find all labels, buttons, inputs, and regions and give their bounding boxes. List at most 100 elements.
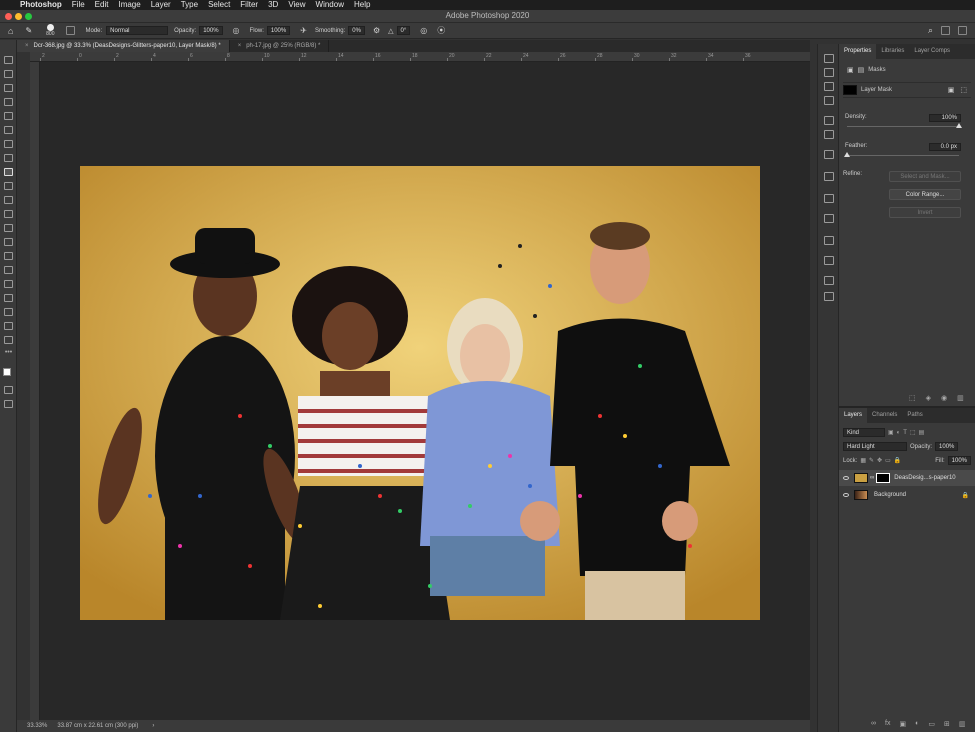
histogram-icon[interactable] xyxy=(824,214,834,223)
menu-view[interactable]: View xyxy=(288,0,305,10)
menu-app[interactable]: Photoshop xyxy=(20,0,62,10)
close-tab-icon[interactable]: × xyxy=(238,43,242,49)
blur-tool-icon[interactable] xyxy=(4,238,13,246)
history-icon[interactable] xyxy=(824,236,834,245)
menu-3d[interactable]: 3D xyxy=(268,0,278,10)
layer-row[interactable]: ∞ DeasDesig...s-paper10 xyxy=(839,470,975,486)
lock-icons[interactable]: ▦✎✥▭🔒 xyxy=(860,457,904,464)
density-field[interactable]: 100% xyxy=(929,114,961,122)
path-select-tool-icon[interactable] xyxy=(4,294,13,302)
screen-mode-icon[interactable] xyxy=(4,400,13,408)
crop-tool-icon[interactable] xyxy=(4,112,13,120)
lasso-tool-icon[interactable] xyxy=(4,84,13,92)
menu-file[interactable]: File xyxy=(72,0,85,10)
fill-field[interactable]: 100% xyxy=(947,456,971,465)
tab-dcr-368[interactable]: × Dcr-368.jpg @ 33.3% (DeasDesigns-Glitte… xyxy=(17,40,230,52)
color-range-button[interactable]: Color Range... xyxy=(889,189,961,200)
invert-button[interactable]: Invert xyxy=(889,207,961,218)
type-tool-icon[interactable] xyxy=(4,280,13,288)
menu-help[interactable]: Help xyxy=(354,0,370,10)
brush-tool-icon[interactable]: ✎ xyxy=(25,26,32,35)
angle-field[interactable]: 0° xyxy=(396,26,411,35)
gradient-tool-icon[interactable] xyxy=(4,224,13,232)
new-group-icon[interactable]: ▭ xyxy=(928,720,935,728)
brush-settings-icon[interactable] xyxy=(66,26,76,35)
properties-icon[interactable] xyxy=(824,276,834,285)
menu-edit[interactable]: Edit xyxy=(95,0,109,10)
smoothing-field[interactable]: 0% xyxy=(348,26,365,35)
filter-kind-select[interactable]: Kind xyxy=(843,428,885,437)
flow-field[interactable]: 100% xyxy=(266,26,291,35)
link-icon[interactable]: ∞ xyxy=(870,475,874,481)
tab-properties[interactable]: Properties xyxy=(839,44,877,59)
feather-slider-track[interactable] xyxy=(847,155,959,156)
clone-stamp-tool-icon[interactable] xyxy=(4,182,13,190)
close-tab-icon[interactable]: × xyxy=(25,43,29,49)
density-slider-track[interactable] xyxy=(847,126,959,127)
zoom-level[interactable]: 33.33% xyxy=(27,723,47,729)
search-icon[interactable]: ⌕ xyxy=(928,25,933,36)
adjustments-icon[interactable] xyxy=(824,116,834,125)
color-icon[interactable] xyxy=(824,68,834,77)
menu-filter[interactable]: Filter xyxy=(240,0,258,10)
dodge-tool-icon[interactable] xyxy=(4,252,13,260)
hand-tool-icon[interactable] xyxy=(4,322,13,330)
tab-channels[interactable]: Channels xyxy=(867,408,902,423)
pen-tool-icon[interactable] xyxy=(4,266,13,274)
filter-icons[interactable]: ▣◐T⬚▤ xyxy=(888,429,927,436)
rectangle-tool-icon[interactable] xyxy=(4,308,13,316)
info-icon[interactable] xyxy=(824,54,834,63)
tab-layer-comps[interactable]: Layer Comps xyxy=(909,44,955,59)
eyedropper-tool-icon[interactable] xyxy=(4,140,13,148)
styles-icon[interactable] xyxy=(824,130,834,139)
brush-tool-icon[interactable] xyxy=(4,168,13,176)
opacity-field[interactable]: 100% xyxy=(199,26,223,35)
mode-select[interactable]: Normal xyxy=(106,26,169,35)
brush-preset-picker[interactable]: 800 xyxy=(46,24,54,37)
pressure-size-icon[interactable]: ◎ xyxy=(420,26,427,35)
marquee-tool-icon[interactable] xyxy=(4,70,13,78)
adjustment-layer-icon[interactable]: ◐ xyxy=(915,720,919,728)
healing-brush-tool-icon[interactable] xyxy=(4,154,13,162)
actions-icon[interactable] xyxy=(824,256,834,265)
add-mask-icon[interactable]: ▣ xyxy=(948,86,955,94)
vector-mask-icon[interactable]: ▤ xyxy=(858,66,865,74)
foreground-color-swatch[interactable] xyxy=(3,368,11,376)
menu-type[interactable]: Type xyxy=(181,0,198,10)
chevron-right-icon[interactable]: › xyxy=(152,723,154,729)
trash-icon[interactable]: ▥ xyxy=(959,720,966,728)
layer-mask-thumbnail[interactable] xyxy=(876,473,891,483)
tab-paths[interactable]: Paths xyxy=(902,408,927,423)
history-brush-tool-icon[interactable] xyxy=(4,196,13,204)
airbrush-icon[interactable]: ✈ xyxy=(300,26,307,35)
menu-layer[interactable]: Layer xyxy=(151,0,171,10)
menu-select[interactable]: Select xyxy=(208,0,230,10)
share-icon[interactable] xyxy=(958,26,967,35)
visibility-icon[interactable]: ◉ xyxy=(941,394,947,402)
gradients-icon[interactable] xyxy=(824,96,834,105)
patterns-icon[interactable] xyxy=(824,194,834,203)
apply-mask-icon[interactable]: ◈ xyxy=(926,394,931,402)
move-tool-icon[interactable] xyxy=(4,56,13,64)
fx-icon[interactable] xyxy=(824,292,834,301)
tab-layers[interactable]: Layers xyxy=(839,408,868,423)
layer-row[interactable]: Background 🔒 xyxy=(839,487,975,503)
tab-libraries[interactable]: Libraries xyxy=(876,44,909,59)
zoom-tool-icon[interactable] xyxy=(4,336,13,344)
blend-mode-select[interactable]: Hard Light xyxy=(843,442,907,451)
new-layer-icon[interactable]: ⊞ xyxy=(944,720,950,728)
workspace-icon[interactable] xyxy=(941,26,950,35)
more-tools-icon[interactable]: ••• xyxy=(4,349,13,358)
document-image[interactable] xyxy=(80,166,760,620)
menu-window[interactable]: Window xyxy=(316,0,344,10)
load-selection-icon[interactable]: ⬚ xyxy=(909,394,916,402)
frame-tool-icon[interactable] xyxy=(4,126,13,134)
gear-icon[interactable]: ⚙ xyxy=(373,26,380,35)
quick-mask-icon[interactable] xyxy=(4,386,13,394)
symmetry-icon[interactable]: ⦿ xyxy=(437,25,445,36)
quick-select-tool-icon[interactable] xyxy=(4,98,13,106)
eye-icon[interactable] xyxy=(843,476,849,480)
menu-image[interactable]: Image xyxy=(118,0,140,10)
pressure-opacity-icon[interactable]: ◎ xyxy=(233,26,240,35)
fx-icon[interactable]: fx xyxy=(885,720,890,728)
